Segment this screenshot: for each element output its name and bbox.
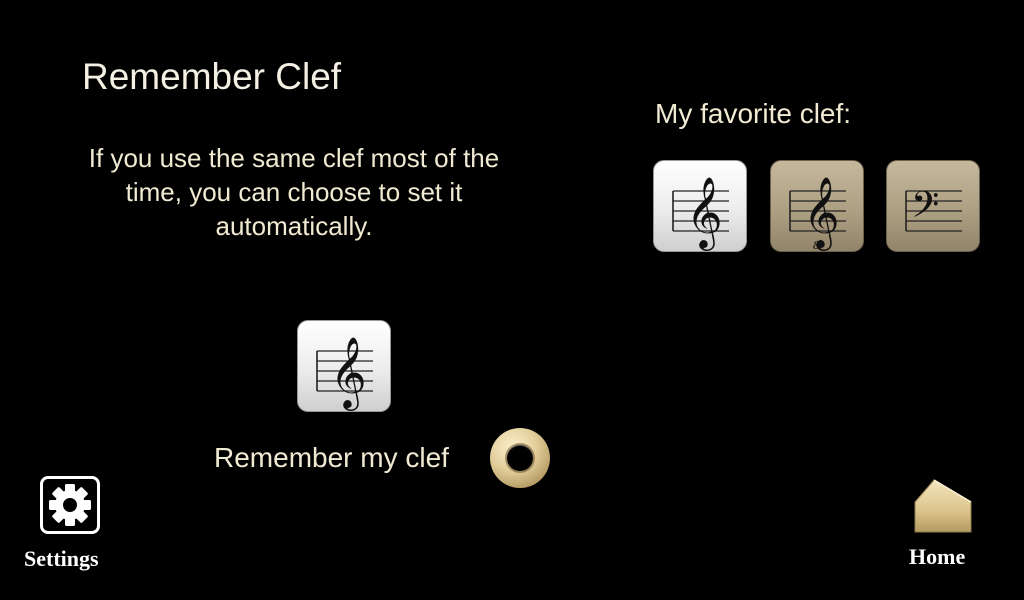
treble-clef-8vb-icon: 𝄞 8 [789,175,847,252]
bass-clef-icon: 𝄢 [905,184,963,235]
svg-text:𝄞: 𝄞 [803,175,840,251]
remember-clef-label: Remember my clef [214,442,449,473]
settings-label[interactable]: Settings [24,546,99,572]
favorite-clef-treble-button[interactable]: 𝄞 [653,160,747,252]
gear-icon [49,484,91,526]
treble-clef-icon: 𝄞 [672,175,730,251]
svg-text:8: 8 [813,239,820,252]
page-description: If you use the same clef most of the tim… [88,143,500,241]
svg-text:𝄢: 𝄢 [911,184,939,235]
page-title: Remember Clef [82,56,342,97]
svg-text:𝄞: 𝄞 [330,335,367,411]
favorite-clef-label: My favorite clef: [655,98,852,129]
settings-button[interactable] [40,476,100,534]
home-button[interactable] [912,476,974,534]
treble-clef-icon: 𝄞 [316,335,374,411]
home-icon [914,479,972,533]
toggle-off-indicator [507,445,533,471]
favorite-clef-treble-8vb-button[interactable]: 𝄞 8 [770,160,864,252]
current-clef-button[interactable]: 𝄞 [297,320,391,412]
remember-clef-toggle[interactable] [490,428,550,488]
favorite-clef-bass-button[interactable]: 𝄢 [886,160,980,252]
home-label[interactable]: Home [909,544,965,570]
svg-text:𝄞: 𝄞 [686,175,723,251]
